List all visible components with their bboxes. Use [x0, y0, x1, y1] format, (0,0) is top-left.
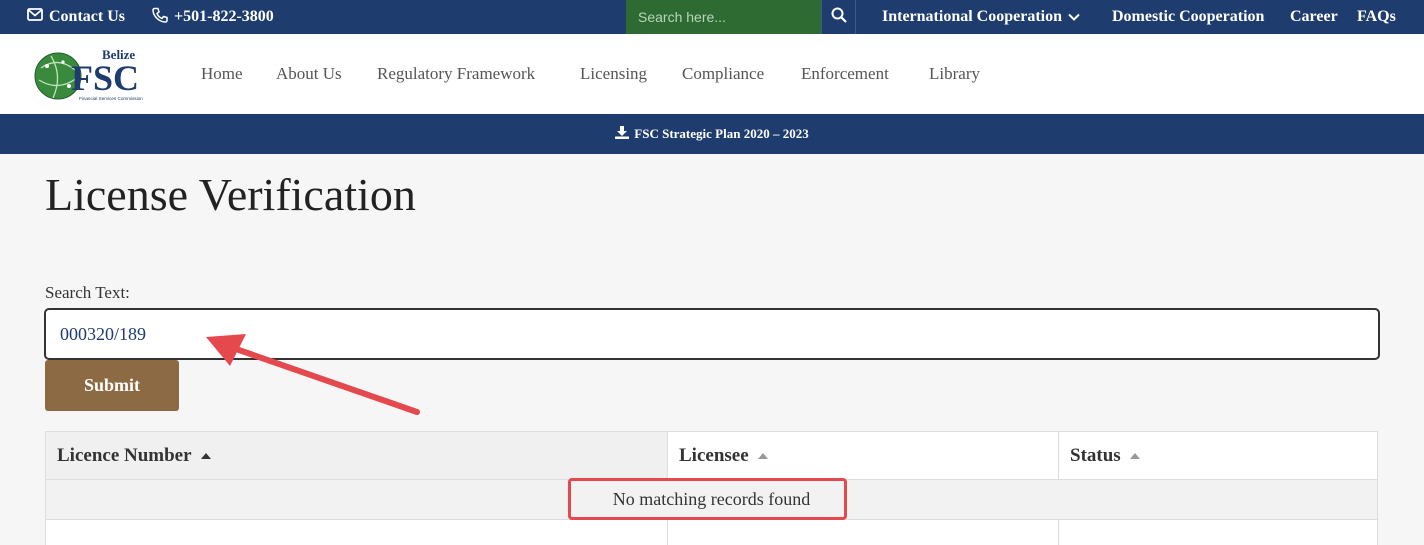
- download-icon: [615, 125, 634, 143]
- nav-compliance[interactable]: Compliance: [682, 34, 764, 114]
- site-header: Belize FSC Financial Services Commission…: [0, 34, 1424, 114]
- logo-fsc: FSC: [71, 58, 139, 98]
- site-search-input[interactable]: [626, 0, 821, 34]
- phone-number: +501-822-3800: [174, 8, 274, 25]
- top-bar: Contact Us +501-822-3800 International C…: [0, 0, 1424, 34]
- sort-icon: [1129, 452, 1140, 459]
- search-text-label: Search Text:: [45, 283, 130, 302]
- contact-us-link[interactable]: Contact Us: [27, 0, 125, 34]
- site-search: [626, 0, 856, 34]
- column-header-label: Licence Number: [57, 444, 192, 466]
- phone-link[interactable]: +501-822-3800: [152, 0, 274, 34]
- column-header-status[interactable]: Status: [1059, 432, 1377, 479]
- chevron-down-icon: [1068, 8, 1080, 26]
- nav-career[interactable]: Career: [1290, 0, 1338, 34]
- column-header-label: Status: [1070, 444, 1121, 466]
- strategic-plan-label: FSC Strategic Plan 2020 – 2023: [634, 126, 809, 141]
- sort-icon: [757, 452, 768, 459]
- fsc-logo[interactable]: Belize FSC Financial Services Commission: [33, 47, 155, 103]
- table-header-row: Licence Number Licensee Status: [46, 432, 1377, 480]
- logo-subtitle: Financial Services Commission: [79, 96, 143, 101]
- nav-library[interactable]: Library: [929, 34, 980, 114]
- nav-home[interactable]: Home: [201, 34, 243, 114]
- page-title: License Verification: [45, 169, 416, 220]
- nav-regulatory-framework[interactable]: Regulatory Framework: [377, 34, 535, 114]
- envelope-icon: [27, 8, 49, 26]
- column-header-licence-number[interactable]: Licence Number: [46, 432, 668, 479]
- table-row: [46, 520, 1377, 545]
- table-cell: [46, 520, 668, 545]
- search-text-input[interactable]: [44, 308, 1380, 360]
- contact-us-label: Contact Us: [49, 8, 125, 25]
- site-search-button[interactable]: [821, 0, 856, 34]
- annotation-highlight-box: [568, 478, 847, 520]
- nav-faqs[interactable]: FAQs: [1357, 0, 1396, 34]
- column-header-label: Licensee: [679, 444, 749, 466]
- nav-international-cooperation[interactable]: International Cooperation: [882, 0, 1080, 34]
- nav-about-us[interactable]: About Us: [276, 34, 342, 114]
- table-cell: [1059, 520, 1377, 545]
- table-cell: [668, 520, 1059, 545]
- nav-domestic-cooperation[interactable]: Domestic Cooperation: [1112, 0, 1264, 34]
- column-header-licensee[interactable]: Licensee: [668, 432, 1059, 479]
- sort-asc-icon: [200, 452, 211, 459]
- phone-icon: [152, 7, 174, 28]
- strategic-plan-banner[interactable]: FSC Strategic Plan 2020 – 2023: [0, 114, 1424, 154]
- search-icon: [831, 7, 847, 28]
- submit-button[interactable]: Submit: [45, 360, 179, 411]
- nav-licensing[interactable]: Licensing: [580, 34, 647, 114]
- nav-international-cooperation-label: International Cooperation: [882, 8, 1062, 25]
- nav-enforcement[interactable]: Enforcement: [801, 34, 889, 114]
